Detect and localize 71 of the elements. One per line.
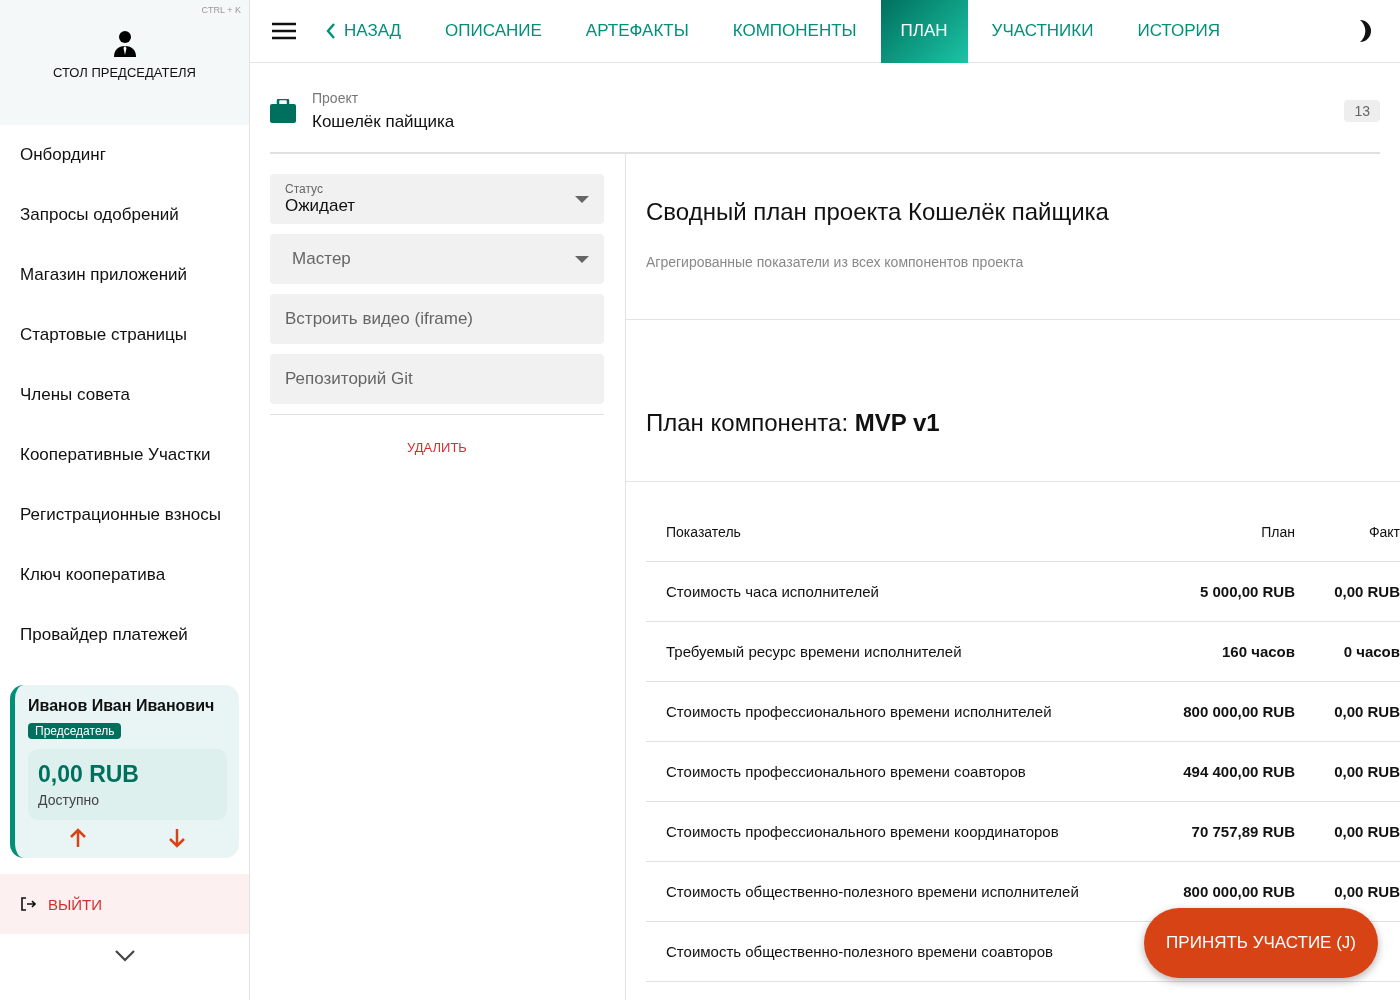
table-cell-text: 160 часов [1221,643,1295,660]
project-name: Кошелёк пайщика [312,111,455,132]
field-label: Статус [285,182,324,196]
status-select[interactable]: Статус Ожидает [270,174,604,224]
sidebar-item[interactable]: Члены совета [0,365,249,425]
table-cell-text: 494 400,00 RUB [1182,763,1295,780]
sidebar-item[interactable]: Регистрационные взносы [0,485,249,545]
summary-title: Сводный план проекта Кошелёк пайщика [646,198,1110,226]
table-cell-text: 0,00 RUB [1333,703,1400,720]
master-select[interactable]: Мастер [270,234,604,284]
table-cell-text: Стоимость профессионального времени соавторов [666,763,1027,780]
table-cell-text: Требуемый ресурс времени исполнителей [666,643,963,660]
chevron-down-icon[interactable] [114,950,135,962]
briefcase-icon [270,98,296,123]
nav-tab[interactable]: УЧАСТНИКИ [971,0,1114,63]
user-name: Иванов Иван Иванович [28,697,216,715]
nav-tab[interactable]: АРТЕФАКТЫ [565,0,709,63]
nav-tab[interactable]: КОМПОНЕНТЫ [712,0,877,63]
arrow-up-icon[interactable] [68,828,87,848]
column-header: Показатель [666,523,742,540]
dropdown-caret-icon[interactable] [575,255,589,263]
logout-icon [20,896,36,912]
nav-tab[interactable]: ПЛАН [880,0,968,63]
git-field[interactable]: Репозиторий Git [270,354,604,404]
table-cell-text: 70 757,89 RUB [1190,823,1295,840]
table-cell-text: Стоимость общественно-полезного времени соавторов [666,943,1054,960]
table-cell-text: Стоимость часа исполнителей [666,583,880,600]
table-cell-text: 800 000,00 RUB [1182,703,1295,720]
summary-subtitle: Агрегированные показатели из всех компонентов проекта [646,254,1025,270]
table-cell-text: 0,00 RUB [1333,583,1400,600]
menu-icon[interactable] [272,22,296,40]
nav-tab[interactable]: ИСТОРИЯ [1117,0,1241,63]
table-cell-text: 800 000,00 RUB [1182,883,1295,900]
shortcut-hint: CTRL + K [201,5,241,15]
table-cell-text: 0,00 RUB [1333,823,1400,840]
balance-amount: 0,00 RUB [38,761,140,788]
table-cell-text: 0,00 RUB [1333,883,1400,900]
dropdown-caret-icon[interactable] [575,195,589,203]
logout-button[interactable]: ВЫЙТИ [0,874,249,934]
table-cell-text: 5 000,00 RUB [1198,583,1295,600]
sidebar-item[interactable]: Кооперативные Участки [0,425,249,485]
project-label: Проект [312,89,360,106]
person-icon [112,31,137,57]
table-cell-text: Стоимость общественно-полезного времени исполнителей [666,883,1080,900]
sidebar-item[interactable]: Запросы одобрений [0,185,249,245]
column-header: План [1260,523,1295,540]
chevron-left-icon [326,23,336,39]
table-cell-text: 0,00 RUB [1333,763,1400,780]
back-link[interactable]: НАЗАД [296,0,422,63]
desk-title: СТОЛ ПРЕДСЕДАТЕЛЯ [53,65,196,80]
balance-label: Доступно [38,792,101,808]
table-cell-text: 0 часов [1342,643,1400,660]
field-value: Ожидает [285,196,357,216]
role-badge: Председатель [28,723,122,739]
nav-tab[interactable]: ОПИСАНИЕ [425,0,562,63]
sidebar-item[interactable]: Магазин приложений [0,245,249,305]
video-field[interactable]: Встроить видео (iframe) [270,294,604,344]
table-cell-text: Стоимость профессионального времени исполнителей [666,703,1053,720]
sidebar-item[interactable]: Онбординг [0,125,249,185]
table-cell-text: Стоимость профессионального времени координаторов [666,823,1060,840]
sidebar-item[interactable]: Ключ кооператива [0,545,249,605]
column-header: Факт [1367,523,1400,540]
sidebar-item[interactable]: Провайдер платежей [0,605,249,665]
join-button[interactable]: ПРИНЯТЬ УЧАСТИЕ (J) [1144,908,1378,978]
delete-button[interactable]: УДАЛИТЬ [401,439,473,456]
logout-label: ВЫЙТИ [48,895,102,913]
count-badge: 13 [1344,99,1380,122]
sidebar-item[interactable]: Стартовые страницы [0,305,249,365]
field-value: Мастер [292,249,352,269]
component-title: План компонента: MVP v1 [646,409,940,437]
arrow-down-icon[interactable] [168,828,187,848]
